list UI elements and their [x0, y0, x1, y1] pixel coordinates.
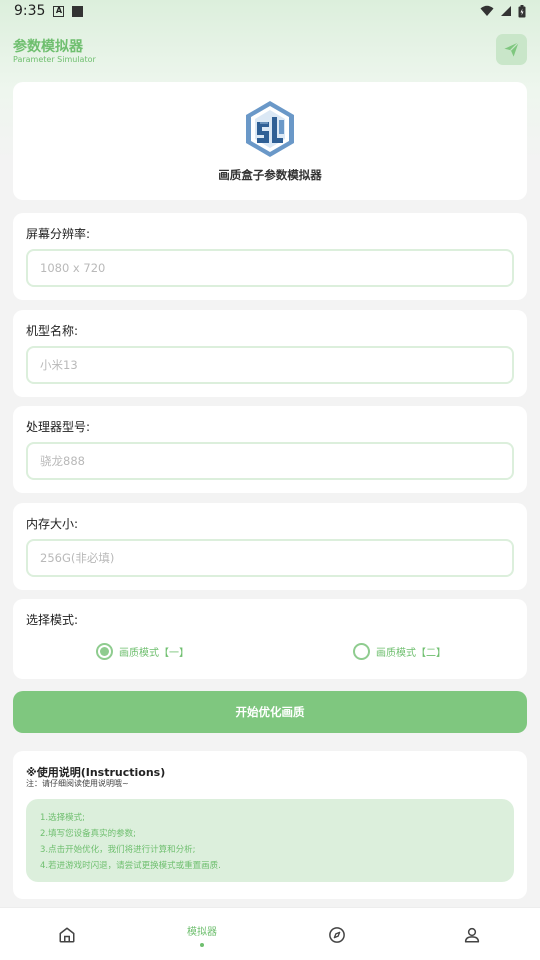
instructions-note: 注：请仔细阅读使用说明哦~ — [26, 779, 129, 788]
logo-card: 画质盒子参数模拟器 — [13, 82, 527, 200]
processor-card: 处理器型号: — [13, 406, 527, 493]
app-logo-icon — [246, 101, 294, 157]
mode-option-two-label: 画质模式【二】 — [376, 648, 446, 659]
radio-selected-icon — [96, 643, 113, 660]
start-optimize-button[interactable]: 开始优化画质 — [13, 691, 527, 733]
mode-option-two[interactable]: 画质模式【二】 — [353, 643, 446, 660]
notification-square-icon — [72, 5, 84, 17]
app-logo — [244, 100, 296, 158]
instruction-line: 4.若进游戏时闪退，请尝试更换模式或重置画质. — [40, 861, 221, 871]
paper-plane-icon — [504, 41, 520, 57]
app-header: 参数模拟器 Parameter Simulator — [0, 30, 540, 74]
signal-icon — [501, 6, 511, 16]
send-button[interactable] — [496, 34, 527, 65]
processor-input[interactable] — [26, 442, 514, 480]
app-name-label: 画质盒子参数模拟器 — [218, 168, 322, 182]
nav-item-simulator[interactable]: 模拟器 — [152, 908, 252, 960]
model-label: 机型名称: — [26, 324, 79, 338]
instructions-card: ※使用说明(Instructions) 注：请仔细阅读使用说明哦~ 1.选择模式… — [13, 751, 527, 899]
instruction-line: 1.选择模式; — [40, 813, 85, 823]
status-bar: 9:35 A — [0, 0, 540, 22]
resolution-input[interactable] — [26, 249, 514, 287]
nav-item-profile[interactable] — [422, 908, 522, 960]
mode-card: 选择模式: 画质模式【一】 画质模式【二】 — [13, 599, 527, 679]
app-title: 参数模拟器 — [13, 39, 83, 55]
nav-simulator-label: 模拟器 — [187, 926, 217, 938]
model-card: 机型名称: — [13, 310, 527, 397]
nav-item-home[interactable] — [17, 908, 117, 960]
app-subtitle: Parameter Simulator — [13, 55, 96, 64]
resolution-label: 屏幕分辨率: — [26, 227, 91, 241]
instructions-box: 1.选择模式; 2.填写您设备真实的参数; 3.点击开始优化，我们将进行计算和分… — [26, 799, 514, 882]
instruction-line: 3.点击开始优化，我们将进行计算和分析; — [40, 845, 196, 855]
wifi-icon — [480, 5, 494, 16]
status-time: 9:35 — [14, 3, 46, 19]
radio-unselected-icon — [353, 643, 370, 660]
nav-item-discover[interactable] — [287, 908, 387, 960]
active-indicator — [200, 942, 204, 947]
profile-icon — [464, 927, 480, 942]
mode-label: 选择模式: — [26, 613, 79, 627]
mode-option-one[interactable]: 画质模式【一】 — [96, 643, 189, 660]
memory-label: 内存大小: — [26, 517, 79, 531]
notification-a-icon: A — [53, 5, 65, 17]
model-input[interactable] — [26, 346, 514, 384]
home-icon — [59, 927, 75, 942]
instruction-line: 2.填写您设备真实的参数; — [40, 829, 136, 839]
processor-label: 处理器型号: — [26, 420, 91, 434]
bottom-nav: 模拟器 — [0, 907, 540, 960]
memory-card: 内存大小: — [13, 503, 527, 590]
battery-icon — [518, 4, 526, 17]
mode-option-one-label: 画质模式【一】 — [119, 648, 189, 659]
resolution-card: 屏幕分辨率: — [13, 213, 527, 300]
memory-input[interactable] — [26, 539, 514, 577]
compass-icon — [329, 926, 345, 943]
